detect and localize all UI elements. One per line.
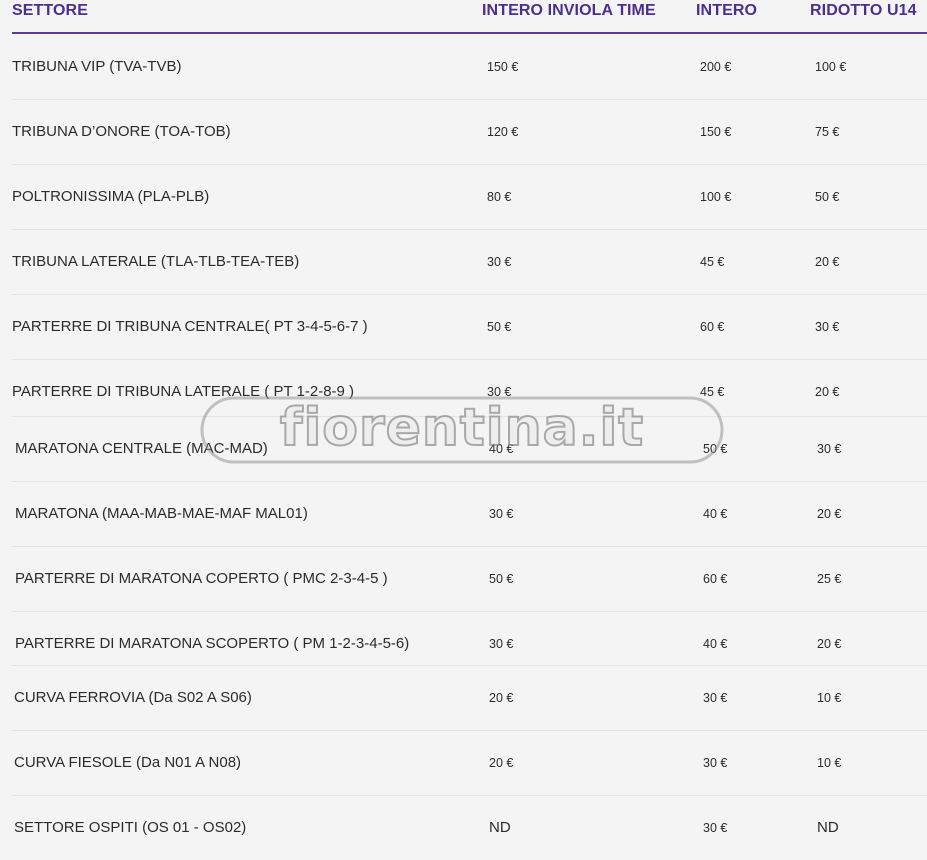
price-intero: 40 € — [703, 637, 728, 651]
row-divider — [12, 611, 927, 612]
header-intero: INTERO — [696, 2, 758, 19]
table-row: CURVA FIESOLE (Da N01 A N08) 20 € 30 € 10 € — [0, 754, 927, 774]
sector-name: TRIBUNA LATERALE (TLA-TLB-TEA-TEB) — [12, 253, 300, 270]
price-ridotto: 20 € — [815, 385, 840, 399]
sector-name: POLTRONISSIMA (PLA-PLB) — [12, 188, 210, 205]
price-intero: 45 € — [700, 385, 725, 399]
table-row: TRIBUNA VIP (TVA-TVB) 150 € 200 € 100 € — [0, 58, 927, 78]
price-ridotto: 50 € — [815, 190, 840, 204]
price-ridotto: 20 € — [815, 255, 840, 269]
sector-name: PARTERRE DI TRIBUNA CENTRALE( PT 3-4-5-6… — [12, 318, 368, 335]
table-row: PARTERRE DI MARATONA SCOPERTO ( PM 1-2-3… — [0, 635, 927, 655]
price-ridotto: 10 € — [817, 756, 842, 770]
price-ridotto: 20 € — [817, 507, 842, 521]
table-row: PARTERRE DI TRIBUNA LATERALE ( PT 1-2-8-… — [0, 383, 927, 403]
sector-name: TRIBUNA VIP (TVA-TVB) — [12, 58, 182, 75]
header-ridotto: RIDOTTO U14 — [810, 2, 917, 19]
table-row: MARATONA CENTRALE (MAC-MAD) 40 € 50 € 30 € — [0, 440, 927, 460]
price-intero: 100 € — [700, 190, 732, 204]
sector-name: CURVA FERROVIA (Da S02 A S06) — [14, 689, 252, 706]
price-intero-inviola: 50 € — [487, 320, 512, 334]
price-intero-inviola: 30 € — [487, 385, 512, 399]
sector-name: PARTERRE DI MARATONA COPERTO ( PMC 2-3-4… — [15, 570, 388, 587]
price-intero-inviola: 30 € — [487, 255, 512, 269]
price-ridotto: 30 € — [815, 320, 840, 334]
row-divider — [12, 481, 927, 482]
price-intero-inviola: 20 € — [489, 691, 514, 705]
price-ridotto: 25 € — [817, 572, 842, 586]
table-row: MARATONA (MAA-MAB-MAE-MAF MAL01) 30 € 40 €… — [0, 505, 927, 525]
row-divider — [12, 229, 927, 230]
price-intero-inviola: 150 € — [487, 60, 519, 74]
price-intero: 40 € — [703, 507, 728, 521]
price-intero-inviola: 120 € — [487, 125, 519, 139]
price-intero: 60 € — [700, 320, 725, 334]
row-divider — [12, 546, 927, 547]
price-intero-inviola: 40 € — [489, 442, 514, 456]
price-intero: 200 € — [700, 60, 732, 74]
sector-name: PARTERRE DI TRIBUNA LATERALE ( PT 1-2-8-… — [12, 383, 355, 400]
sector-name: TRIBUNA D’ONORE (TOA-TOB) — [12, 123, 231, 140]
table-row: PARTERRE DI MARATONA COPERTO ( PMC 2-3-4… — [0, 570, 927, 590]
header-sector: SETTORE — [12, 2, 88, 19]
table-row: POLTRONISSIMA (PLA-PLB) 80 € 100 € 50 € — [0, 188, 927, 208]
price-ridotto: 75 € — [815, 125, 840, 139]
header-intero-inviola: INTERO INVIOLA TIME — [482, 2, 656, 19]
table-row: TRIBUNA D’ONORE (TOA-TOB) 120 € 150 € 75 € — [0, 123, 927, 143]
sector-name: SETTORE OSPITI (OS 01 - OS02) — [14, 819, 247, 836]
price-intero: 45 € — [700, 255, 725, 269]
table-row: CURVA FERROVIA (Da S02 A S06) 20 € 30 € 10 … — [0, 689, 927, 709]
price-ridotto: 10 € — [817, 691, 842, 705]
price-intero: 30 € — [703, 821, 728, 835]
price-intero-inviola: ND — [489, 819, 511, 836]
table-header: SETTORE INTERO INVIOLA TIME INTERO RIDOT… — [0, 0, 927, 34]
price-intero: 50 € — [703, 442, 728, 456]
price-table-page: SETTORE INTERO INVIOLA TIME INTERO RIDOT… — [0, 0, 927, 860]
row-divider — [12, 795, 927, 796]
price-intero-inviola: 20 € — [489, 756, 514, 770]
sector-name: CURVA FIESOLE (Da N01 A N08) — [14, 754, 242, 771]
price-intero-inviola: 50 € — [489, 572, 514, 586]
row-divider — [12, 164, 927, 165]
price-intero: 60 € — [703, 572, 728, 586]
table-row: PARTERRE DI TRIBUNA CENTRALE( PT 3-4-5-6… — [0, 318, 927, 338]
row-divider — [12, 294, 927, 295]
sector-name: PARTERRE DI MARATONA SCOPERTO ( PM 1-2-3… — [15, 635, 410, 652]
sector-name: MARATONA (MAA-MAB-MAE-MAF MAL01) — [15, 505, 308, 522]
row-divider — [12, 730, 927, 731]
price-ridotto: 20 € — [817, 637, 842, 651]
price-intero-inviola: 30 € — [489, 507, 514, 521]
header-divider — [12, 32, 927, 34]
row-divider — [12, 416, 927, 417]
table-row: SETTORE OSPITI (OS 01 - OS02) ND 30 € ND — [0, 819, 927, 839]
price-ridotto: ND — [817, 819, 839, 836]
price-ridotto: 100 € — [815, 60, 847, 74]
price-intero-inviola: 30 € — [489, 637, 514, 651]
row-divider — [12, 359, 927, 360]
table-row: TRIBUNA LATERALE (TLA-TLB-TEA-TEB) 30 € 45… — [0, 253, 927, 273]
price-intero: 30 € — [703, 756, 728, 770]
price-intero: 150 € — [700, 125, 732, 139]
price-ridotto: 30 € — [817, 442, 842, 456]
row-divider — [12, 99, 927, 100]
price-intero: 30 € — [703, 691, 728, 705]
price-intero-inviola: 80 € — [487, 190, 512, 204]
row-divider — [12, 665, 927, 666]
sector-name: MARATONA CENTRALE (MAC-MAD) — [15, 440, 268, 457]
